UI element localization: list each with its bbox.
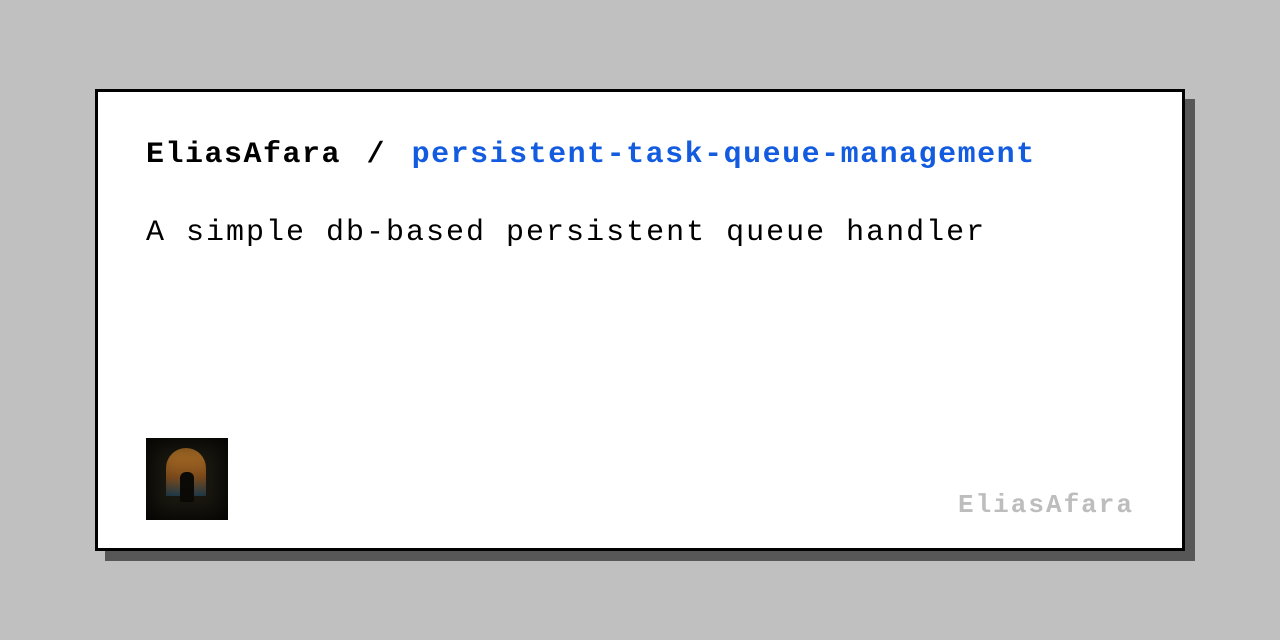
repo-title-line: EliasAfara / persistent-task-queue-manag…	[146, 136, 1134, 175]
repo-link[interactable]: persistent-task-queue-management	[412, 138, 1036, 172]
repo-description: A simple db-based persistent queue handl…	[146, 213, 1134, 254]
owner-link[interactable]: EliasAfara	[146, 138, 341, 172]
avatar-vignette-icon	[146, 438, 228, 520]
repo-card: EliasAfara / persistent-task-queue-manag…	[95, 89, 1185, 551]
signature-label: EliasAfara	[958, 490, 1134, 520]
path-separator: /	[367, 138, 387, 172]
avatar[interactable]	[146, 438, 228, 520]
card-footer: EliasAfara	[146, 438, 1134, 520]
